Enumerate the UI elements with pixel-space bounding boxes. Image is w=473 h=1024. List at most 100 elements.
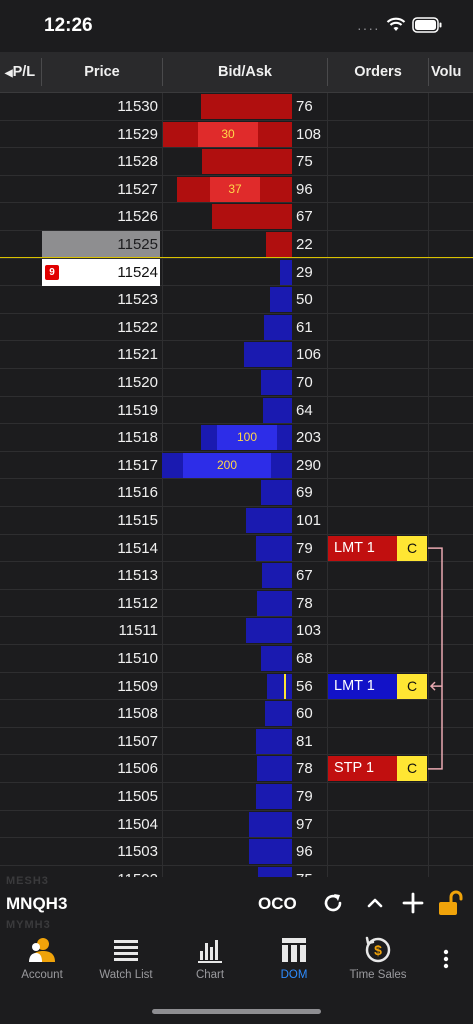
price-cell[interactable]: 11518	[42, 424, 160, 451]
tab-chart[interactable]: Chart	[168, 935, 252, 989]
price-row[interactable]: 11523 50	[0, 286, 473, 314]
working-order[interactable]: STP 1C	[328, 756, 428, 782]
tab-time-sales[interactable]: $ Time Sales	[336, 935, 420, 989]
price-cell[interactable]: 11528	[42, 148, 160, 175]
dom-ladder[interactable]: 11530 76 30 11529 108 11528 75 37 11527 96 11526 67…	[0, 93, 473, 877]
bid-depth-bar	[258, 866, 292, 877]
price-row[interactable]: 11528 75	[0, 148, 473, 176]
price-cell[interactable]: 11509	[42, 673, 160, 700]
battery-icon	[412, 17, 442, 33]
price-cell[interactable]: 11523	[42, 286, 160, 313]
price-cell[interactable]: 11513	[42, 562, 160, 589]
price-cell[interactable]: 11525	[42, 231, 160, 258]
column-header: ◀P/L Price Bid/Ask Orders Volu	[0, 52, 473, 93]
order-type-label[interactable]: STP 1	[328, 756, 397, 782]
header-price[interactable]: Price	[42, 52, 162, 92]
price-row[interactable]: 11515 101	[0, 507, 473, 535]
price-cell[interactable]: 11512	[42, 590, 160, 617]
price-row[interactable]: 11504 97	[0, 811, 473, 839]
tab-account[interactable]: Account	[0, 935, 84, 989]
price-row[interactable]: 11502 75	[0, 866, 473, 877]
cancel-order-button[interactable]: C	[397, 756, 427, 782]
cancel-order-button[interactable]: C	[397, 673, 427, 699]
depth-size: 106	[296, 346, 322, 364]
price-cell[interactable]: 11505	[42, 783, 160, 810]
working-order[interactable]: LMT 1C	[328, 535, 428, 561]
price-cell[interactable]: 11506	[42, 755, 160, 782]
tab-dom[interactable]: DOM	[252, 935, 336, 989]
price-cell[interactable]: 11510	[42, 645, 160, 672]
price-cell[interactable]: 11502	[42, 866, 160, 877]
price-cell[interactable]: 11517	[42, 452, 160, 479]
price-cell[interactable]: 11520	[42, 369, 160, 396]
price-row[interactable]: 11526 67	[0, 203, 473, 231]
price-cell[interactable]: 11508	[42, 700, 160, 727]
price-cell[interactable]: 11514	[42, 535, 160, 562]
tab-watch-list[interactable]: Watch List	[84, 935, 168, 989]
header-volume[interactable]: Volu	[429, 52, 473, 92]
working-order[interactable]: LMT 1C	[328, 673, 428, 699]
price-row[interactable]: 11520 70	[0, 369, 473, 397]
chevron-up-icon[interactable]	[363, 891, 387, 915]
price-cell[interactable]: 11504	[42, 811, 160, 838]
price-row[interactable]: 11514 79 LMT 1C	[0, 535, 473, 563]
price-row[interactable]: 11510 68	[0, 645, 473, 673]
price-cell[interactable]: 11526	[42, 203, 160, 230]
depth-size: 290	[296, 456, 322, 474]
price-row[interactable]: 200 11517 290	[0, 452, 473, 480]
depth-size: 50	[296, 291, 313, 309]
order-type-label[interactable]: LMT 1	[328, 535, 397, 561]
header-bid-ask[interactable]: Bid/Ask	[163, 52, 327, 92]
price-cell[interactable]: 11503	[42, 838, 160, 865]
price-cell[interactable]: 11521	[42, 341, 160, 368]
price-cell[interactable]: 11515	[42, 507, 160, 534]
price-row[interactable]: 11530 76	[0, 93, 473, 121]
price-row[interactable]: 11507 81	[0, 728, 473, 756]
prev-symbol[interactable]: MESH3	[6, 875, 49, 887]
symbol-selector[interactable]: MNQH3	[6, 894, 67, 914]
price-row[interactable]: 11525 22	[0, 231, 473, 259]
price-row[interactable]: 11511 103	[0, 617, 473, 645]
price-cell[interactable]: 11516	[42, 479, 160, 506]
price-cell[interactable]: 11524	[42, 258, 160, 286]
price-cell[interactable]: 11530	[42, 93, 160, 120]
price-row[interactable]: 30 11529 108	[0, 121, 473, 149]
price-row[interactable]: 100 11518 203	[0, 424, 473, 452]
price-cell[interactable]: 11527	[42, 176, 160, 203]
price-row[interactable]: 11522 61	[0, 314, 473, 342]
price-row[interactable]: 11512 78	[0, 590, 473, 618]
depth-size: 70	[296, 374, 313, 391]
unlock-icon[interactable]	[437, 889, 465, 917]
ask-depth-bar	[202, 149, 292, 175]
price-row[interactable]: 11513 67	[0, 562, 473, 590]
ask-depth-bar	[212, 204, 292, 230]
price-row[interactable]: 11508 60	[0, 700, 473, 728]
cancel-order-button[interactable]: C	[397, 535, 427, 561]
order-type-label[interactable]: LMT 1	[328, 673, 397, 699]
price-cell[interactable]: 11519	[42, 397, 160, 424]
header-pl[interactable]: ◀P/L	[0, 52, 40, 92]
list-icon	[114, 940, 138, 961]
price-row[interactable]: 11503 96	[0, 838, 473, 866]
status-time: 12:26	[44, 15, 93, 36]
more-vertical-icon[interactable]	[440, 947, 452, 971]
refresh-icon[interactable]	[321, 891, 345, 915]
price-row[interactable]: 11506 78 STP 1C	[0, 755, 473, 783]
order-size-label: 100	[236, 430, 258, 445]
price-row[interactable]: 11524 9 29	[0, 258, 473, 287]
price-row[interactable]: 11516 69	[0, 479, 473, 507]
price-cell[interactable]: 11529	[42, 121, 160, 148]
header-orders[interactable]: Orders	[328, 52, 428, 92]
price-row[interactable]: 11505 79	[0, 783, 473, 811]
price-row[interactable]: 11521 106	[0, 341, 473, 369]
price-cell[interactable]: 11522	[42, 314, 160, 341]
depth-size: 96	[296, 180, 313, 198]
price-row[interactable]: 11519 64	[0, 397, 473, 425]
price-row[interactable]: 11509 56 LMT 1C	[0, 673, 473, 701]
time-sales-icon: $	[365, 936, 391, 963]
plus-icon[interactable]	[401, 891, 425, 915]
price-cell[interactable]: 11511	[42, 617, 160, 644]
price-cell[interactable]: 11507	[42, 728, 160, 755]
oco-button[interactable]: OCO	[258, 894, 297, 914]
price-row[interactable]: 37 11527 96	[0, 176, 473, 204]
